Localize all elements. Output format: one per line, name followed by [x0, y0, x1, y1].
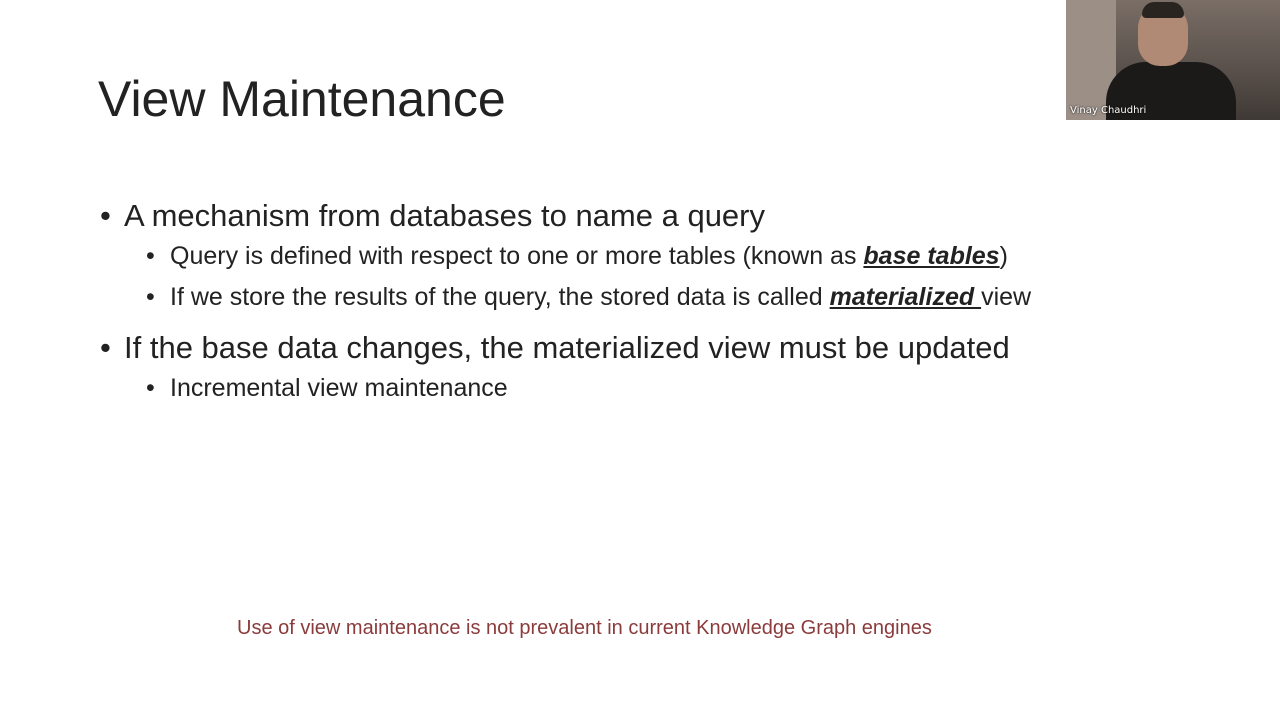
participant-name-label: Vinay Chaudhri — [1070, 105, 1147, 116]
bullet-dot: • — [100, 198, 111, 233]
sub-bullet-2-1-text: Incremental view maintenance — [170, 374, 508, 402]
slide-title: View Maintenance — [98, 71, 506, 127]
bullet-2-text: If the base data changes, the materializ… — [124, 330, 1010, 365]
sub-bullet-1-2-text-before: If we store the results of the query, th… — [170, 283, 830, 311]
bullet-list: • A mechanism from databases to name a q… — [100, 196, 1240, 409]
participant-video-tile[interactable]: Vinay Chaudhri — [1066, 0, 1280, 120]
bullet-1: • A mechanism from databases to name a q… — [100, 196, 1240, 236]
sub-bullet-1-2: • If we store the results of the query, … — [146, 277, 1240, 318]
sub-bullet-1-1-text-before: Query is defined with respect to one or … — [170, 242, 864, 270]
bullet-1-text: A mechanism from databases to name a que… — [124, 198, 765, 233]
participant-hair — [1142, 2, 1184, 18]
sub-bullet-2-1: • Incremental view maintenance — [146, 368, 1240, 409]
materialized-emphasis: materialized — [829, 283, 982, 311]
sub-bullet-dot: • — [146, 374, 155, 402]
sub-bullet-1-1: • Query is defined with respect to one o… — [146, 236, 1240, 277]
sub-bullet-dot: • — [146, 242, 155, 270]
sub-bullet-dot: • — [146, 283, 155, 311]
bullet-dot: • — [100, 330, 111, 365]
slide: View Maintenance • A mechanism from data… — [0, 0, 1280, 720]
sub-bullet-1-2-text-after: view — [981, 283, 1032, 311]
footnote: Use of view maintenance is not prevalent… — [237, 617, 932, 639]
sub-bullet-1-1-text-after: ) — [999, 242, 1008, 270]
base-tables-emphasis: base tables — [863, 242, 1000, 270]
bullet-2: • If the base data changes, the material… — [100, 328, 1240, 368]
